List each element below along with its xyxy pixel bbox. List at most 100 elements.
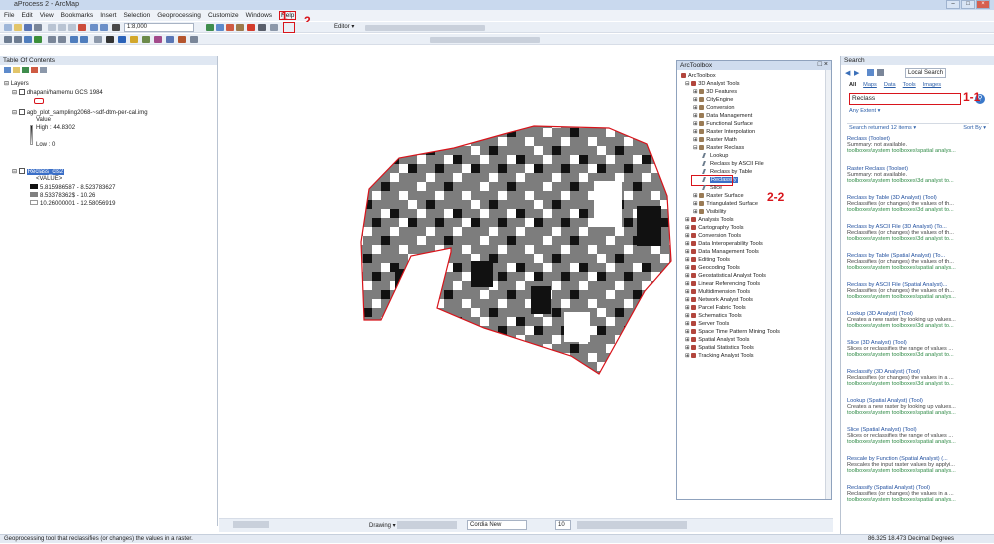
home-icon[interactable] — [867, 69, 874, 76]
fixed-zoom-in-icon[interactable] — [48, 36, 56, 43]
tbx-conversion[interactable]: ⊞ Conversion — [693, 105, 735, 112]
arctoolbox-window-icon[interactable] — [247, 24, 255, 31]
print-icon[interactable] — [34, 24, 42, 31]
pan-icon[interactable] — [24, 36, 32, 43]
tab-all[interactable]: All — [849, 82, 856, 88]
tbx-3d-features[interactable]: ⊞ 3D Features — [693, 89, 737, 96]
layer-reclass[interactable]: ⊟ Reclass_cls2 — [12, 168, 65, 175]
tbx-3d-analyst[interactable]: ⊟ 3D Analyst Tools — [685, 81, 740, 88]
tbx-linear-referencing[interactable]: ⊞ Linear Referencing Tools — [685, 281, 760, 288]
any-extent-dropdown[interactable]: Any Extent ▾ — [849, 108, 880, 114]
tbx-editing[interactable]: ⊞ Editing Tools — [685, 257, 730, 264]
search-input[interactable]: Reclass — [849, 93, 961, 105]
editor-menu[interactable]: Editor ▾ — [334, 23, 354, 30]
arctoolbox-window[interactable]: ArcToolbox □ × ArcToolbox ⊟ 3D Analyst T… — [676, 60, 832, 500]
time-slider-icon[interactable] — [178, 36, 186, 43]
tbx-cartography[interactable]: ⊞ Cartography Tools — [685, 225, 744, 232]
tool-slice[interactable]: Slice — [702, 185, 722, 192]
layer-agb-checkbox[interactable] — [18, 109, 25, 116]
tab-data[interactable]: Data — [884, 82, 896, 88]
tbx-geostatistical[interactable]: ⊞ Geostatistical Analyst Tools — [685, 273, 766, 280]
search-count-label[interactable]: Search returned 12 items ▾ — [849, 125, 916, 131]
font-name-field[interactable]: Cordia New — [467, 520, 527, 530]
search-result[interactable]: Reclassify (3D Analyst) (Tool) Reclassifi… — [847, 369, 993, 387]
cut-icon[interactable] — [48, 24, 56, 31]
tbx-triangulated-surface[interactable]: ⊞ Triangulated Surface — [693, 201, 758, 208]
zoom-in-icon[interactable] — [4, 36, 12, 43]
menu-windows[interactable]: Windows — [246, 12, 272, 19]
tbx-analysis[interactable]: ⊞ Analysis Tools — [685, 217, 734, 224]
arctoolbox-close-icon[interactable]: □ × — [818, 61, 828, 68]
font-size-field[interactable]: 10 — [555, 520, 571, 530]
layer-reclass-checkbox[interactable] — [18, 168, 25, 175]
layer-boundary-checkbox[interactable] — [18, 89, 25, 96]
drawing-menu[interactable]: Drawing ▾ — [369, 522, 396, 529]
undo-icon[interactable] — [90, 24, 98, 31]
tbx-data-management[interactable]: ⊞ Data Management — [693, 113, 752, 120]
search-result[interactable]: Reclass by ASCII File (3D Analyst) (To..… — [847, 224, 993, 242]
tbx-raster-reclass[interactable]: ⊟ Raster Reclass — [693, 145, 744, 152]
search-scope-dropdown[interactable]: Local Search — [905, 68, 947, 78]
html-popup-icon[interactable] — [166, 36, 174, 43]
tool-lookup[interactable]: Lookup — [702, 153, 728, 160]
search-result[interactable]: Raster Reclass (Toolset) Summary: not ava… — [847, 166, 993, 184]
search-result[interactable]: Reclass (Toolset) Summary: not available.… — [847, 136, 993, 154]
open-folder-icon[interactable] — [14, 24, 22, 31]
tbx-data-management-tools[interactable]: ⊞ Data Management Tools — [685, 249, 759, 256]
maximize-button[interactable]: □ — [961, 0, 975, 9]
select-features-icon[interactable] — [94, 36, 102, 43]
toc-window-icon[interactable] — [216, 24, 224, 31]
tab-maps[interactable]: Maps — [863, 82, 877, 88]
tbx-schematics[interactable]: ⊞ Schematics Tools — [685, 313, 742, 320]
tbx-network-analyst[interactable]: ⊞ Network Analyst Tools — [685, 297, 753, 304]
menu-customize[interactable]: Customize — [208, 12, 239, 19]
tbx-space-time[interactable]: ⊞ Space Time Pattern Mining Tools — [685, 329, 780, 336]
new-document-icon[interactable] — [4, 24, 12, 31]
back-extent-icon[interactable] — [70, 36, 78, 43]
back-arrow-icon[interactable]: ◀ — [845, 69, 850, 77]
search-result[interactable]: Reclass by Table (3D Analyst) (Tool) Recl… — [847, 195, 993, 213]
zoom-out-icon[interactable] — [14, 36, 22, 43]
tbx-root[interactable]: ArcToolbox — [681, 73, 716, 80]
tool-reclass-by-ascii[interactable]: Reclass by ASCII File — [702, 161, 764, 168]
copy-icon[interactable] — [58, 24, 66, 31]
menu-insert[interactable]: Insert — [100, 12, 116, 19]
list-by-visibility-icon[interactable] — [22, 67, 29, 73]
forward-extent-icon[interactable] — [80, 36, 88, 43]
create-viewer-icon[interactable] — [190, 36, 198, 43]
tbx-server[interactable]: ⊞ Server Tools — [685, 321, 729, 328]
tbx-functional-surface[interactable]: ⊞ Functional Surface — [693, 121, 753, 128]
close-button[interactable]: × — [976, 0, 990, 9]
minimize-button[interactable]: – — [946, 0, 960, 9]
search-window-icon[interactable] — [236, 24, 244, 31]
tbx-geocoding[interactable]: ⊞ Geocoding Tools — [685, 265, 740, 272]
fixed-zoom-out-icon[interactable] — [58, 36, 66, 43]
map-scale-field[interactable]: 1:8,000 — [124, 23, 194, 32]
tbx-spatial-analyst[interactable]: ⊞ Spatial Analyst Tools — [685, 337, 749, 344]
search-result[interactable]: Reclass by ASCII File (Spatial Analyst).… — [847, 282, 993, 300]
search-result[interactable]: Reclassify (Spatial Analyst) (Tool) Recla… — [847, 485, 993, 503]
layout-view-buttons[interactable] — [233, 521, 269, 528]
measure-icon[interactable] — [142, 36, 150, 43]
layer-agb[interactable]: ⊟ agb_plot_sampling2068-~sdf-dtm-per-cal… — [12, 109, 148, 116]
toc-options-icon[interactable] — [40, 67, 47, 73]
search-result[interactable]: Slice (3D Analyst) (Tool) Slices or recla… — [847, 340, 993, 358]
hyperlink-icon[interactable] — [154, 36, 162, 43]
menu-edit[interactable]: Edit — [21, 12, 32, 19]
find-icon[interactable] — [130, 36, 138, 43]
sort-by-dropdown[interactable]: Sort By ▾ — [963, 125, 986, 131]
search-result[interactable]: Lookup (Spatial Analyst) (Tool) Creates a… — [847, 398, 993, 416]
python-window-icon[interactable] — [258, 24, 266, 31]
menu-file[interactable]: File — [4, 12, 14, 19]
search-result[interactable]: Lookup (3D Analyst) (Tool) Creates a new … — [847, 311, 993, 329]
tbx-spatial-statistics[interactable]: ⊞ Spatial Statistics Tools — [685, 345, 754, 352]
menu-view[interactable]: View — [40, 12, 54, 19]
tbx-visibility[interactable]: ⊞ Visibility — [693, 209, 726, 216]
model-builder-icon[interactable] — [270, 24, 278, 31]
catalog-window-icon[interactable] — [226, 24, 234, 31]
menu-selection[interactable]: Selection — [123, 12, 150, 19]
full-extent-icon[interactable] — [34, 36, 42, 43]
menu-geoprocessing[interactable]: Geoprocessing — [157, 12, 201, 19]
tbx-raster-math[interactable]: ⊞ Raster Math — [693, 137, 737, 144]
list-by-drawing-order-icon[interactable] — [4, 67, 11, 73]
